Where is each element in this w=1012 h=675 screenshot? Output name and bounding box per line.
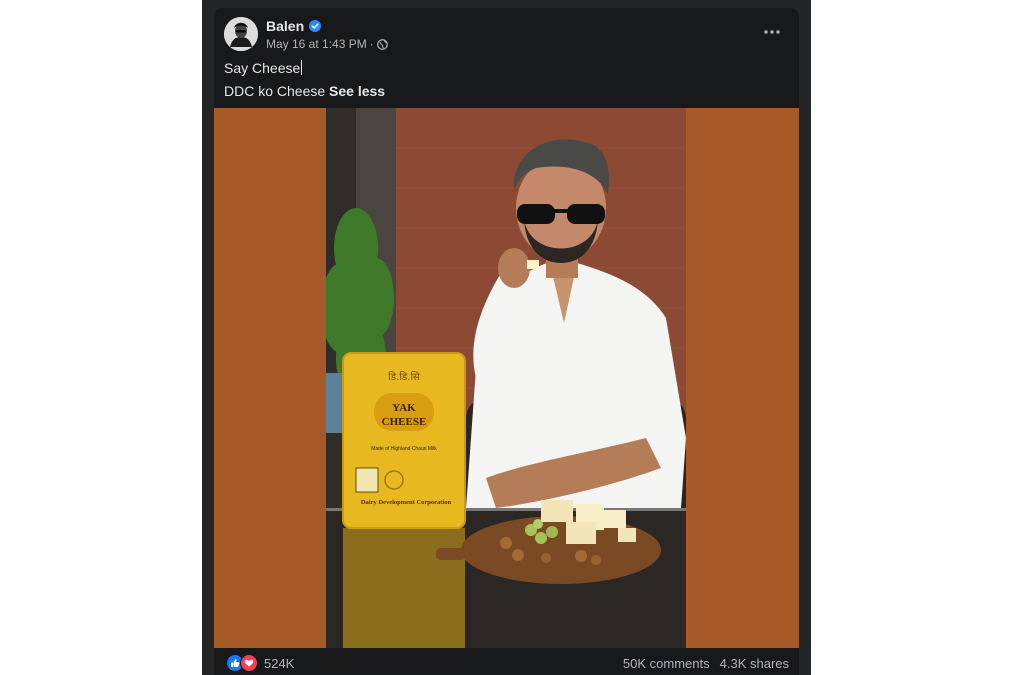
reactions-count[interactable]: 524K bbox=[264, 656, 294, 671]
comments-count[interactable]: 50K comments bbox=[623, 656, 710, 671]
post-header: Balen May 16 at 1:43 PM · Say Cheese DDC… bbox=[214, 8, 799, 108]
author-name[interactable]: Balen bbox=[266, 18, 304, 34]
post-timestamp[interactable]: May 16 at 1:43 PM bbox=[266, 37, 367, 51]
text-cursor bbox=[301, 60, 303, 75]
caption-line-1: Say Cheese bbox=[224, 60, 303, 76]
post-media[interactable]: डि.डि.सि YAK CHEESE Made of Highland Cha… bbox=[214, 108, 799, 648]
box-brand: डि.डि.सि bbox=[388, 371, 420, 383]
more-options-button[interactable] bbox=[761, 22, 783, 42]
avatar[interactable] bbox=[224, 17, 258, 51]
reactions-summary[interactable]: 524K bbox=[226, 654, 294, 672]
meta-separator: · bbox=[369, 37, 374, 51]
caption-line-2: DDC ko Cheese See less bbox=[224, 83, 385, 99]
engagement-stats: 50K comments 4.3K shares bbox=[623, 656, 789, 671]
post-frame: Balen May 16 at 1:43 PM · Say Cheese DDC… bbox=[202, 0, 811, 675]
cheese-box: डि.डि.सि YAK CHEESE Made of Highland Cha… bbox=[342, 352, 466, 529]
author-row: Balen bbox=[266, 18, 322, 34]
verified-badge-icon bbox=[309, 20, 322, 32]
post-photo[interactable]: डि.डि.सि YAK CHEESE Made of Highland Cha… bbox=[326, 108, 686, 648]
more-options-icon bbox=[764, 30, 780, 34]
facebook-post: Balen May 16 at 1:43 PM · Say Cheese DDC… bbox=[214, 8, 799, 675]
box-maker: Dairy Development Corporation bbox=[361, 499, 452, 506]
globe-icon[interactable] bbox=[376, 38, 388, 50]
post-meta: May 16 at 1:43 PM · bbox=[266, 37, 388, 51]
box-title-2: CHEESE bbox=[382, 416, 427, 428]
post-footer: 524K 50K comments 4.3K shares bbox=[214, 648, 799, 675]
box-title-1: YAK bbox=[392, 402, 416, 414]
caption-text-1: Say Cheese bbox=[224, 60, 301, 76]
see-less-link[interactable]: See less bbox=[329, 83, 385, 99]
shares-count[interactable]: 4.3K shares bbox=[720, 656, 789, 671]
caption-text-2: DDC ko Cheese bbox=[224, 83, 326, 99]
love-reaction-icon bbox=[240, 654, 258, 672]
avatar-image bbox=[224, 17, 258, 51]
box-subtitle: Made of Highland Chauri Milk bbox=[371, 446, 437, 452]
